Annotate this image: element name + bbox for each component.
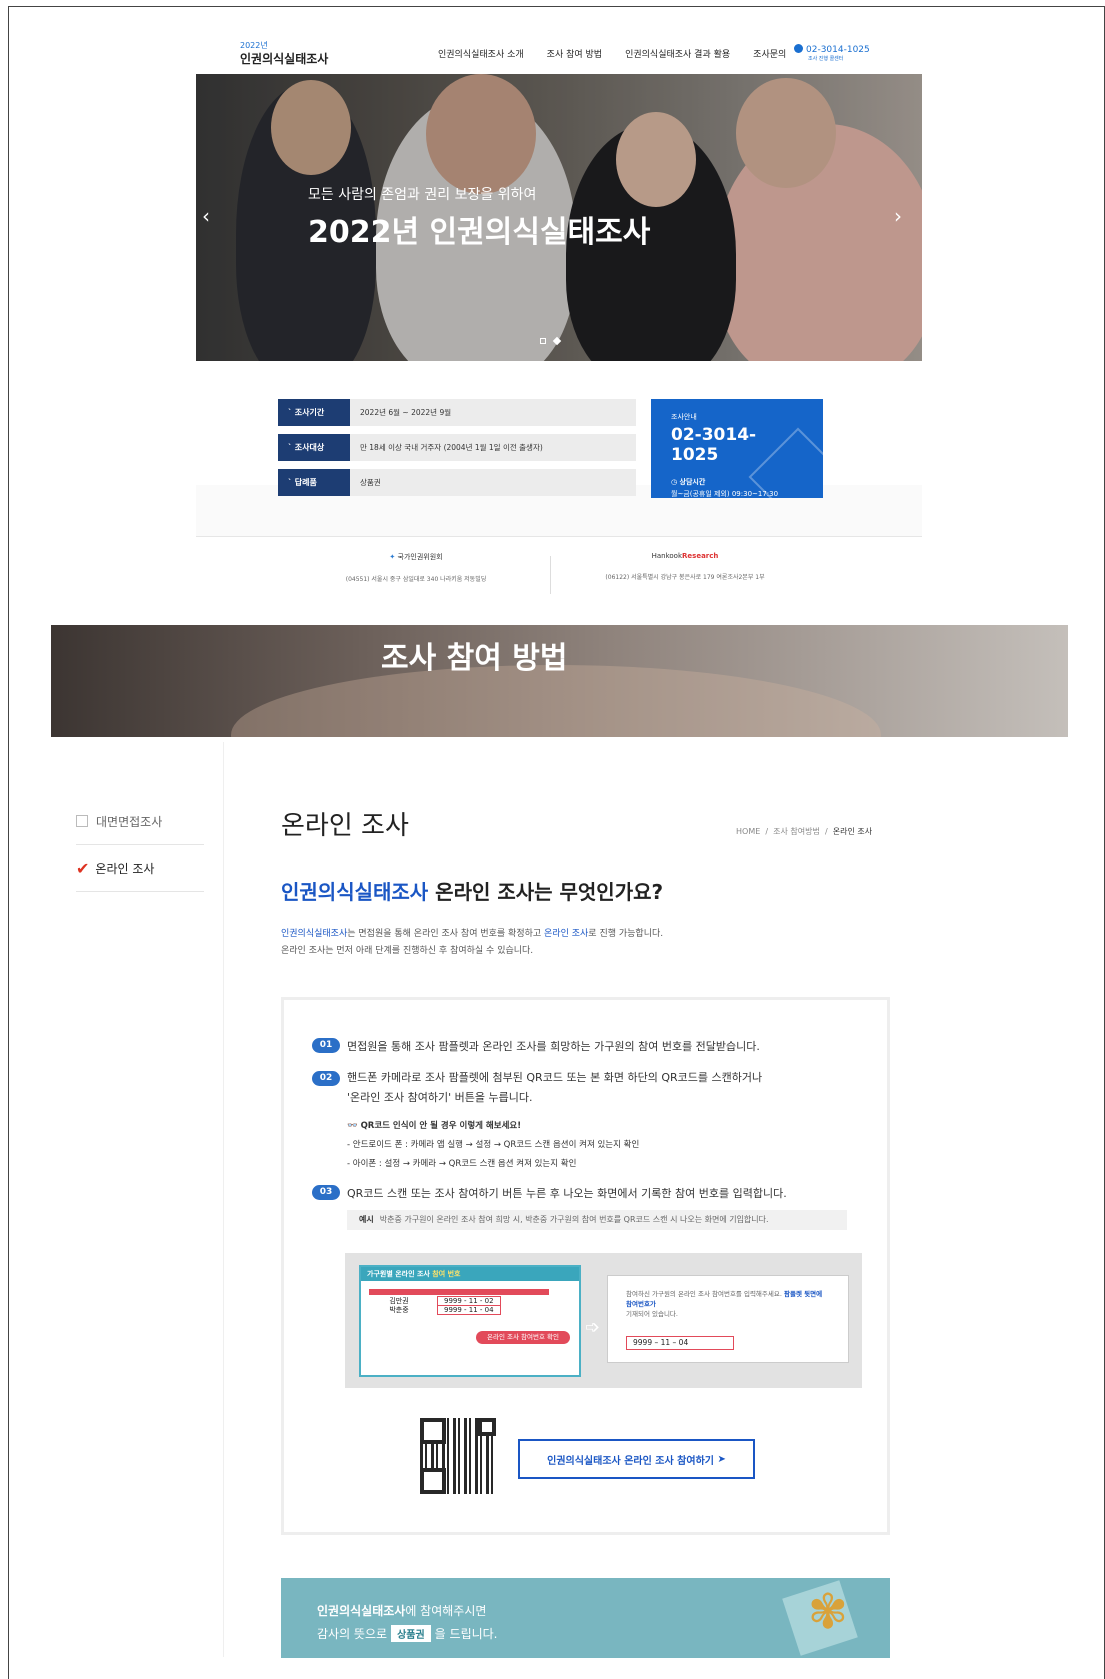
table-header-bar [369,1288,549,1295]
nav-item-how-to[interactable]: 조사 참여 방법 [547,47,602,60]
chevron-right-icon[interactable]: › [894,204,902,228]
step-1: 01 면접원을 통해 조사 팜플렛과 온라인 조사를 희망하는 가구원의 참여 … [312,1038,760,1054]
info-value: 상품권 [360,478,381,487]
gift-line-1: 인권의식실태조사에 참여해주시면 [317,1604,487,1618]
logo-title[interactable]: 인권의식실태조사 [240,50,328,67]
online-survey-button[interactable]: 인권의식실태조사 온라인 조사 참여하기 ➤ [518,1439,755,1479]
section-banner: 조사 참여 방법 [51,625,1068,737]
info-label: ˋ 답례품 [278,469,350,496]
sidebar-item-online[interactable]: ✔ 온라인 조사 [76,845,204,892]
sidebar-divider [223,742,224,1657]
table-row: 박춘중 9999 - 11 - 04 [369,1304,571,1315]
gift-banner: 인권의식실태조사에 참여해주시면 감사의 뜻으로 상품권 을 드립니다. ✾ [281,1578,890,1658]
header-phone[interactable]: 02-3014-1025 조사 진행 콜센터 [794,44,870,62]
phone-icon [794,44,803,53]
pamphlet-image: 가구원별 온라인 조사 참여 번호 김만권 9999 - 11 - 02 박춘중 9… [359,1265,581,1377]
sidebar-item-label: 대면면접조사 [96,814,163,829]
contact-box: 조사안내 02-3014-1025 ◷ 상담시간 월~금(공휴일 제외) 09:… [651,399,823,498]
info-row: ˋ 조사기간 2022년 6월 ~ 2022년 9월 [278,399,636,426]
partner-hankook: HankookResearch (06122) 서울특별시 강남구 봉은사로 1… [595,552,775,581]
nav-item-contact[interactable]: 조사문의 [753,47,786,60]
pamphlet-table: 김만권 9999 - 11 - 02 박춘중 9999 - 11 - 04 [369,1287,571,1315]
checkmark-icon: ✔ [76,858,90,878]
info-row: ˋ 조사대상 만 18세 이상 국내 거주자 (2004년 1월 1일 이전 출… [278,434,636,461]
page-title: 온라인 조사 [281,811,409,841]
step-badge: 03 [312,1185,340,1200]
banner-title: 조사 참여 방법 [381,641,568,676]
partner-address: (04551) 서울시 중구 삼일대로 340 나라키움 저동빌딩 [345,576,487,583]
nhrck-logo: ✦ 국가인권위원회 [389,553,443,561]
tips-title: 👓 QR코드 인식이 안 될 경우 이렇게 해보세요! [347,1121,522,1131]
step-3: 03 QR코드 스캔 또는 조사 참여하기 버튼 누른 후 나오는 화면에서 기… [312,1185,787,1201]
info-value: 2022년 6월 ~ 2022년 9월 [360,408,452,417]
site-header: 2022년 인권의식실태조사 인권의식실태조사 소개 조사 참여 방법 인권의식… [240,40,880,66]
example-figure: 가구원별 온라인 조사 참여 번호 김만권 9999 - 11 - 02 박춘중 9… [345,1253,862,1388]
tip-iphone: - 아이폰 : 설정 → 카메라 → QR코드 스캔 옵션 켜져 있는지 확인 [347,1159,577,1169]
cursor-icon: ➤ [717,1453,726,1465]
info-row: ˋ 답례품 상품권 [278,469,636,496]
hero-slider: 모든 사람의 존엄과 권리 보장을 위하여 2022년 인권의식실태조사 ‹ › [196,74,922,361]
step-text: 핸드폰 카메라로 조사 팜플렛에 첨부된 QR코드 또는 본 화면 하단의 QR… [347,1071,763,1084]
info-label: ˋ 조사대상 [278,434,350,461]
clock-icon: ◷ [671,478,678,486]
breadcrumb-section[interactable]: 조사 참여방법 [773,827,820,836]
step-text-2: '온라인 조사 참여하기' 버튼을 누릅니다. [347,1091,533,1104]
bird-icon: ✦ [389,553,396,561]
section-description: 인권의식실태조사는 면접원을 통해 온라인 조사 참여 번호를 확정하고 온라인… [281,929,664,956]
slider-dot[interactable] [540,338,546,344]
example-box: 예시 박춘중 가구원이 온라인 조사 참여 희망 시, 박춘중 가구원의 참여 번… [347,1210,847,1230]
slider-dot-active[interactable] [552,336,562,346]
partner-nhrck: ✦ 국가인권위원회 (04551) 서울시 중구 삼일대로 340 나라키움 저… [336,552,496,583]
sample-number-input: 9999 – 11 – 04 [626,1336,734,1350]
pamphlet-header: 가구원별 온라인 조사 참여 번호 [361,1267,579,1281]
survey-info: ˋ 조사기간 2022년 6월 ~ 2022년 9월 ˋ 조사대상 만 18세 … [278,399,636,504]
glasses-icon: 👓 [347,1121,358,1131]
step-badge: 01 [312,1038,340,1053]
ribbon-icon: ✾ [807,1584,848,1640]
hero-subtitle: 모든 사람의 존엄과 권리 보장을 위하여 [308,187,537,203]
header-phone-number: 02-3014-1025 [806,45,870,55]
step-text: QR코드 스캔 또는 조사 참여하기 버튼 누른 후 나오는 화면에서 기록한 … [347,1187,787,1200]
steps-card: 01 면접원을 통해 조사 팜플렛과 온라인 조사를 희망하는 가구원의 참여 … [281,997,890,1535]
tip-android: - 안드로이드 폰 : 카메라 앱 실행 → 설정 → QR코드 스캔 옵션이 … [347,1140,640,1150]
header-phone-sub: 조사 진행 콜센터 [808,56,844,62]
info-label: ˋ 조사기간 [278,399,350,426]
divider [550,556,551,594]
sidebar-item-face-to-face[interactable]: 대면면접조사 [76,798,204,845]
main-nav: 인권의식실태조사 소개 조사 참여 방법 인권의식실태조사 결과 활용 조사문의 [438,47,786,60]
step-badge: 02 [312,1071,340,1086]
checkbox-empty-icon [76,815,88,827]
gift-line-2: 감사의 뜻으로 상품권 을 드립니다. [317,1625,498,1642]
nav-item-results[interactable]: 인권의식실태조사 결과 활용 [625,47,730,60]
slider-dots [540,336,562,346]
info-value: 만 18세 이상 국내 거주자 (2004년 1월 1일 이전 출생자) [360,443,543,452]
breadcrumb: HOME / 조사 참여방법 / 온라인 조사 [736,827,873,836]
input-screen-image: 참여하신 가구원의 온라인 조사 참여번호를 입력해주세요. 팜플렛 뒷면에 참… [607,1275,849,1363]
pamphlet-button: 온라인 조사 참여번호 확인 [476,1331,570,1344]
nav-item-intro[interactable]: 인권의식실태조사 소개 [438,47,524,60]
qr-code[interactable] [420,1418,496,1494]
breadcrumb-home[interactable]: HOME [736,827,760,836]
hankook-logo: HankookResearch [651,552,719,560]
sidebar: 대면면접조사 ✔ 온라인 조사 [76,798,204,892]
section-question: 인권의식실태조사 온라인 조사는 무엇인가요? [281,880,664,904]
contact-label: 조사안내 [671,413,697,421]
chevron-left-icon[interactable]: ‹ [202,204,210,228]
qr-tips: 👓 QR코드 인식이 안 될 경우 이렇게 해보세요! - 안드로이드 폰 : … [347,1117,639,1174]
gift-tag: 상품권 [391,1625,431,1642]
step-text: 면접원을 통해 조사 팜플렛과 온라인 조사를 희망하는 가구원의 참여 번호를… [347,1040,760,1053]
breadcrumb-current: 온라인 조사 [832,827,873,836]
sidebar-item-label: 온라인 조사 [95,861,155,876]
step-2: 02 핸드폰 카메라로 조사 팜플렛에 첨부된 QR코드 또는 본 화면 하단의… [312,1068,762,1108]
hero-title: 2022년 인권의식실태조사 [308,215,651,250]
partner-address: (06122) 서울특별시 강남구 봉은사로 179 여론조사2본부 1부 [605,574,765,581]
arrow-right-icon: ➩ [585,1317,601,1338]
